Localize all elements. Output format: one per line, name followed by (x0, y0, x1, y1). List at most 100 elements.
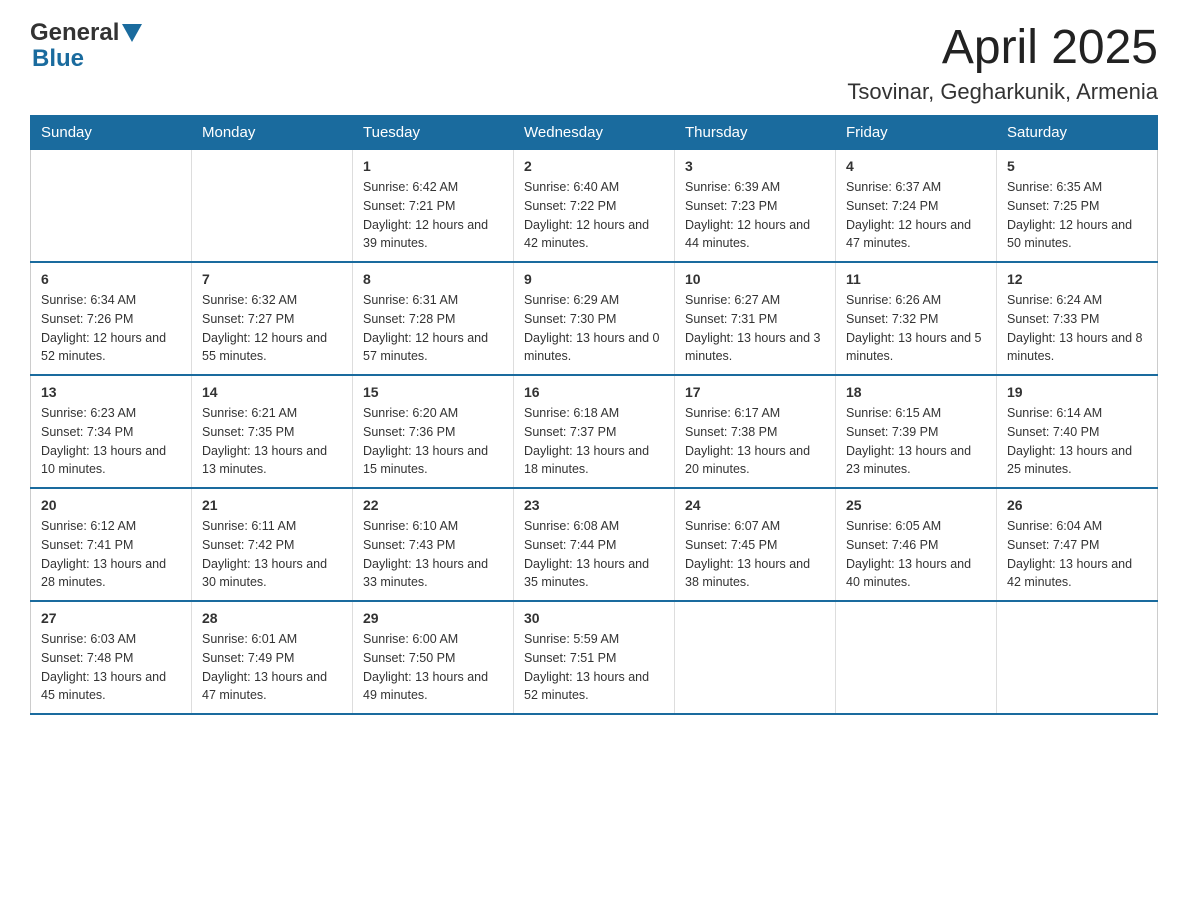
day-info: Sunrise: 6:37 AMSunset: 7:24 PMDaylight:… (846, 178, 986, 253)
calendar-cell-w1-d1 (31, 150, 192, 263)
day-info: Sunrise: 6:08 AMSunset: 7:44 PMDaylight:… (524, 517, 664, 592)
col-tuesday: Tuesday (353, 116, 514, 150)
day-number: 9 (524, 271, 664, 287)
logo-triangle-icon (122, 24, 142, 42)
calendar-cell-w2-d3: 8 Sunrise: 6:31 AMSunset: 7:28 PMDaylight… (353, 262, 514, 375)
day-info: Sunrise: 6:23 AMSunset: 7:34 PMDaylight:… (41, 404, 181, 479)
calendar-week-1: 1 Sunrise: 6:42 AMSunset: 7:21 PMDaylight… (31, 150, 1158, 263)
day-info: Sunrise: 6:40 AMSunset: 7:22 PMDaylight:… (524, 178, 664, 253)
day-number: 17 (685, 384, 825, 400)
day-number: 10 (685, 271, 825, 287)
logo-line1: General (30, 20, 145, 46)
day-number: 16 (524, 384, 664, 400)
calendar-cell-w1-d3: 1 Sunrise: 6:42 AMSunset: 7:21 PMDaylight… (353, 150, 514, 263)
day-info: Sunrise: 6:15 AMSunset: 7:39 PMDaylight:… (846, 404, 986, 479)
calendar-table: Sunday Monday Tuesday Wednesday Thursday… (30, 115, 1158, 715)
day-number: 20 (41, 497, 181, 513)
calendar-cell-w4-d6: 25 Sunrise: 6:05 AMSunset: 7:46 PMDayligh… (836, 488, 997, 601)
day-number: 8 (363, 271, 503, 287)
calendar-cell-w4-d4: 23 Sunrise: 6:08 AMSunset: 7:44 PMDayligh… (514, 488, 675, 601)
calendar-cell-w3-d1: 13 Sunrise: 6:23 AMSunset: 7:34 PMDayligh… (31, 375, 192, 488)
calendar-cell-w2-d7: 12Sunrise: 6:24 AMSunset: 7:33 PMDayligh… (997, 262, 1158, 375)
day-number: 27 (41, 610, 181, 626)
day-number: 12 (1007, 271, 1147, 287)
day-number: 11 (846, 271, 986, 287)
day-number: 7 (202, 271, 342, 287)
day-info: Sunrise: 6:27 AMSunset: 7:31 PMDaylight:… (685, 291, 825, 366)
day-number: 25 (846, 497, 986, 513)
calendar-cell-w5-d1: 27 Sunrise: 6:03 AMSunset: 7:48 PMDayligh… (31, 601, 192, 714)
day-info: Sunrise: 6:05 AMSunset: 7:46 PMDaylight:… (846, 517, 986, 592)
col-thursday: Thursday (675, 116, 836, 150)
day-number: 29 (363, 610, 503, 626)
calendar-cell-w2-d5: 10 Sunrise: 6:27 AMSunset: 7:31 PMDayligh… (675, 262, 836, 375)
calendar-cell-w3-d7: 19 Sunrise: 6:14 AMSunset: 7:40 PMDayligh… (997, 375, 1158, 488)
day-number: 2 (524, 158, 664, 174)
day-number: 26 (1007, 497, 1147, 513)
calendar-cell-w1-d7: 5Sunrise: 6:35 AMSunset: 7:25 PMDaylight… (997, 150, 1158, 263)
calendar-cell-w5-d5 (675, 601, 836, 714)
day-info: Sunrise: 6:31 AMSunset: 7:28 PMDaylight:… (363, 291, 503, 366)
logo: General Blue (30, 20, 145, 73)
day-info: Sunrise: 6:00 AMSunset: 7:50 PMDaylight:… (363, 630, 503, 705)
day-info: Sunrise: 6:29 AMSunset: 7:30 PMDaylight:… (524, 291, 664, 366)
calendar-cell-w5-d4: 30Sunrise: 5:59 AMSunset: 7:51 PMDayligh… (514, 601, 675, 714)
day-info: Sunrise: 6:14 AMSunset: 7:40 PMDaylight:… (1007, 404, 1147, 479)
title-block: April 2025 Tsovinar, Gegharkunik, Armeni… (847, 20, 1158, 105)
day-number: 3 (685, 158, 825, 174)
logo-general-text: General (30, 20, 119, 46)
calendar-cell-w1-d5: 3 Sunrise: 6:39 AMSunset: 7:23 PMDaylight… (675, 150, 836, 263)
col-sunday: Sunday (31, 116, 192, 150)
day-number: 18 (846, 384, 986, 400)
day-info: Sunrise: 6:32 AMSunset: 7:27 PMDaylight:… (202, 291, 342, 366)
calendar-cell-w4-d1: 20Sunrise: 6:12 AMSunset: 7:41 PMDayligh… (31, 488, 192, 601)
day-info: Sunrise: 6:07 AMSunset: 7:45 PMDaylight:… (685, 517, 825, 592)
calendar-cell-w3-d2: 14Sunrise: 6:21 AMSunset: 7:35 PMDayligh… (192, 375, 353, 488)
page-subtitle: Tsovinar, Gegharkunik, Armenia (847, 79, 1158, 105)
calendar-week-2: 6 Sunrise: 6:34 AMSunset: 7:26 PMDaylight… (31, 262, 1158, 375)
day-info: Sunrise: 6:21 AMSunset: 7:35 PMDaylight:… (202, 404, 342, 479)
day-info: Sunrise: 6:18 AMSunset: 7:37 PMDaylight:… (524, 404, 664, 479)
calendar-cell-w4-d2: 21Sunrise: 6:11 AMSunset: 7:42 PMDayligh… (192, 488, 353, 601)
calendar-cell-w3-d4: 16 Sunrise: 6:18 AMSunset: 7:37 PMDayligh… (514, 375, 675, 488)
calendar-week-4: 20Sunrise: 6:12 AMSunset: 7:41 PMDayligh… (31, 488, 1158, 601)
col-wednesday: Wednesday (514, 116, 675, 150)
calendar-header-row: Sunday Monday Tuesday Wednesday Thursday… (31, 116, 1158, 150)
day-info: Sunrise: 6:39 AMSunset: 7:23 PMDaylight:… (685, 178, 825, 253)
day-number: 4 (846, 158, 986, 174)
day-info: Sunrise: 6:42 AMSunset: 7:21 PMDaylight:… (363, 178, 503, 253)
calendar-cell-w4-d7: 26 Sunrise: 6:04 AMSunset: 7:47 PMDayligh… (997, 488, 1158, 601)
col-monday: Monday (192, 116, 353, 150)
day-info: Sunrise: 6:20 AMSunset: 7:36 PMDaylight:… (363, 404, 503, 479)
day-info: Sunrise: 6:17 AMSunset: 7:38 PMDaylight:… (685, 404, 825, 479)
day-number: 24 (685, 497, 825, 513)
calendar-cell-w5-d3: 29 Sunrise: 6:00 AMSunset: 7:50 PMDayligh… (353, 601, 514, 714)
page-header: General Blue April 2025 Tsovinar, Geghar… (30, 20, 1158, 105)
calendar-cell-w1-d4: 2 Sunrise: 6:40 AMSunset: 7:22 PMDaylight… (514, 150, 675, 263)
calendar-cell-w2-d4: 9 Sunrise: 6:29 AMSunset: 7:30 PMDaylight… (514, 262, 675, 375)
day-number: 1 (363, 158, 503, 174)
calendar-cell-w5-d6 (836, 601, 997, 714)
day-number: 13 (41, 384, 181, 400)
calendar-week-3: 13 Sunrise: 6:23 AMSunset: 7:34 PMDayligh… (31, 375, 1158, 488)
day-number: 6 (41, 271, 181, 287)
col-friday: Friday (836, 116, 997, 150)
day-number: 28 (202, 610, 342, 626)
calendar-cell-w2-d2: 7 Sunrise: 6:32 AMSunset: 7:27 PMDaylight… (192, 262, 353, 375)
day-info: Sunrise: 6:03 AMSunset: 7:48 PMDaylight:… (41, 630, 181, 705)
calendar-cell-w3-d3: 15 Sunrise: 6:20 AMSunset: 7:36 PMDayligh… (353, 375, 514, 488)
day-number: 23 (524, 497, 664, 513)
day-info: Sunrise: 6:04 AMSunset: 7:47 PMDaylight:… (1007, 517, 1147, 592)
day-info: Sunrise: 6:34 AMSunset: 7:26 PMDaylight:… (41, 291, 181, 366)
calendar-cell-w2-d1: 6 Sunrise: 6:34 AMSunset: 7:26 PMDaylight… (31, 262, 192, 375)
calendar-cell-w3-d5: 17 Sunrise: 6:17 AMSunset: 7:38 PMDayligh… (675, 375, 836, 488)
day-info: Sunrise: 6:10 AMSunset: 7:43 PMDaylight:… (363, 517, 503, 592)
day-info: Sunrise: 6:26 AMSunset: 7:32 PMDaylight:… (846, 291, 986, 366)
day-number: 15 (363, 384, 503, 400)
calendar-cell-w1-d2 (192, 150, 353, 263)
day-number: 19 (1007, 384, 1147, 400)
day-info: Sunrise: 6:01 AMSunset: 7:49 PMDaylight:… (202, 630, 342, 705)
day-number: 22 (363, 497, 503, 513)
calendar-cell-w5-d7 (997, 601, 1158, 714)
calendar-week-5: 27 Sunrise: 6:03 AMSunset: 7:48 PMDayligh… (31, 601, 1158, 714)
